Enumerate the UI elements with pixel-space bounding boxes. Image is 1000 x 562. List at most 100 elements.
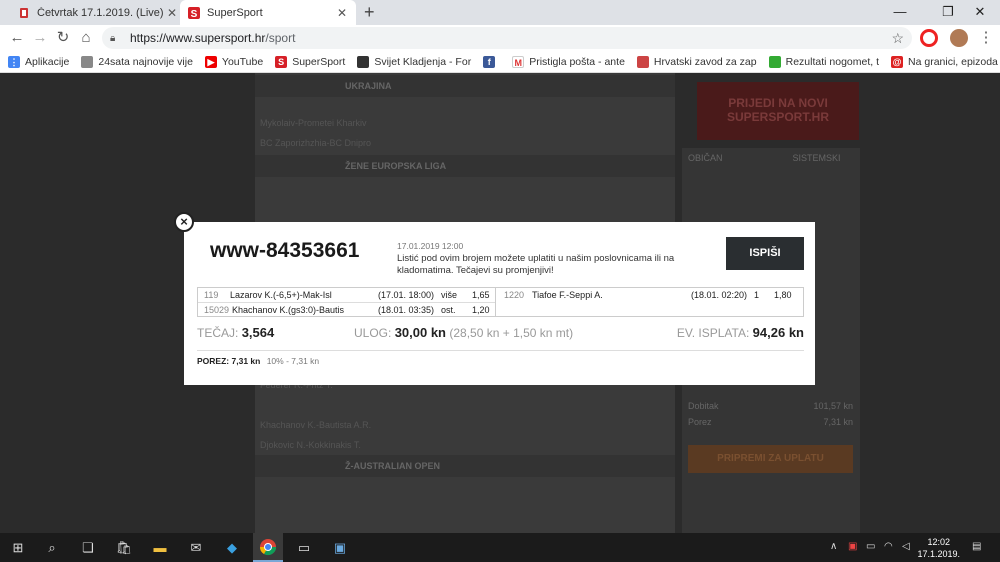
kodi-icon[interactable]: ◆ — [222, 538, 242, 558]
bet-pick: 1 — [754, 290, 760, 300]
tray-app-icon[interactable]: ▣ — [848, 541, 857, 552]
bookmark-label: Svijet Kladjenja - For — [374, 55, 472, 68]
divider — [197, 350, 804, 351]
bets-column-left: 119 Lazarov K.(-6,5+)-Mak-Isl (17.01. 18… — [198, 288, 496, 316]
close-tab-icon[interactable]: ✕ — [166, 6, 178, 20]
na-granici-icon: @ — [891, 55, 904, 68]
store-icon[interactable]: 🛍︎ — [114, 538, 134, 558]
bet-match: Tiafoe F.-Seppi A. — [532, 290, 603, 300]
bookmark-facebook[interactable]: f — [483, 55, 500, 68]
bookmark-star-icon[interactable]: ☆ — [891, 30, 904, 47]
search-icon[interactable]: ⌕ — [42, 538, 62, 558]
clock-date: 17.1.2019. — [917, 549, 960, 559]
ticket-modal: www-84353661 17.01.2019 12:00 Listić pod… — [184, 222, 815, 385]
facebook-icon: f — [483, 55, 496, 68]
windows-start-icon[interactable]: ⊞ — [8, 538, 28, 558]
notifications-icon[interactable]: ▤ — [972, 541, 981, 552]
bet-pick: ost. — [441, 305, 456, 315]
print-button[interactable]: ISPIŠI — [726, 237, 804, 270]
sidebar-value: 7,31 kn — [823, 417, 853, 427]
keyboard-icon[interactable]: ▭ — [294, 538, 314, 558]
ticket-summary: TEČAJ: 3,564 ULOG: 30,00 kn (28,50 kn + … — [197, 325, 804, 343]
bet-time: (17.01. 18:00) — [378, 290, 435, 300]
close-modal-icon[interactable]: × — [174, 212, 194, 232]
tecaj: TEČAJ: 3,564 — [197, 325, 274, 340]
app-window-icon[interactable]: ▣ — [330, 538, 350, 558]
sidebar-dobitak: Dobitak 101,57 kn — [688, 401, 853, 411]
chrome-logo-icon — [259, 539, 277, 556]
bookmark-youtube[interactable]: ▶ YouTube — [204, 55, 264, 68]
svg-text:S: S — [191, 9, 198, 19]
ulog: ULOG: 30,00 kn (28,50 kn + 1,50 kn mt) — [354, 325, 573, 340]
bookmark-label: 24sata najnovije vije — [98, 55, 193, 68]
forward-icon[interactable]: → — [30, 28, 50, 48]
volume-icon[interactable]: ◁ — [902, 541, 910, 552]
bookmark-hzz[interactable]: Hrvatski zavod za zap — [636, 55, 757, 68]
tab-live[interactable]: Četvrtak 17.1.2019. (Live) - Live k ✕ — [10, 0, 186, 25]
sidebar-porez: Porez 7,31 kn — [688, 417, 853, 427]
bookmark-label: Hrvatski zavod za zap — [653, 55, 757, 68]
mail-icon[interactable]: ✉ — [186, 538, 206, 558]
bet-time: (18.01. 02:20) — [691, 290, 748, 300]
bookmark-label: YouTube — [221, 55, 264, 68]
tax-line: POREZ: 7,31 kn 10% - 7,31 kn — [197, 356, 319, 366]
section-header: ŽENE EUROPSKA LIGA — [255, 155, 675, 177]
clock[interactable]: 12:02 17.1.2019. — [917, 536, 960, 560]
tecaj-value: 3,564 — [241, 325, 275, 340]
tab-obican: OBIČAN — [688, 153, 723, 163]
live-tab-favicon-icon — [20, 7, 28, 18]
bets-column-right: 1220 Tiafoe F.-Seppi A. (18.01. 02:20) 1… — [496, 288, 803, 316]
menu-dots-icon[interactable]: ⋮ — [976, 28, 996, 48]
supersport-favicon-icon: S — [188, 6, 200, 19]
back-icon[interactable]: ← — [7, 28, 27, 48]
list-item: Mykolaiv-Prometei Kharkiv — [260, 118, 367, 128]
sidebar-label: Dobitak — [688, 401, 719, 411]
bookmark-rezultati[interactable]: Rezultati nogomet, t — [768, 55, 879, 68]
minimize-icon[interactable]: — — [880, 0, 920, 25]
table-row: 1220 Tiafoe F.-Seppi A. (18.01. 02:20) 1… — [496, 288, 803, 302]
new-tab-button[interactable]: + — [364, 2, 375, 23]
bet-match: Lazarov K.(-6,5+)-Mak-Isl — [230, 290, 332, 300]
bookmark-svijet-kladjenja[interactable]: Svijet Kladjenja - For — [357, 55, 472, 68]
url-input[interactable]: 🔒︎ https://www.supersport.hr /sport ☆ — [102, 27, 912, 49]
tray-chevron-icon[interactable]: ∧ — [830, 541, 837, 552]
bet-odd: 1,80 — [774, 290, 792, 300]
tab-supersport[interactable]: S SuperSport ✕ — [180, 0, 356, 25]
porez-value: 7,31 kn — [231, 356, 261, 366]
bet-match: Khachanov K.(gs3:0)-Bautis — [232, 305, 345, 315]
tab-sistemski: SISTEMSKI — [792, 153, 841, 163]
profile-avatar[interactable] — [950, 29, 968, 47]
sidebar-value: 101,57 kn — [813, 401, 853, 411]
file-explorer-icon[interactable]: ▬ — [150, 538, 170, 558]
prepare-payment-button: PRIPREMI ZA UPLATU — [688, 445, 853, 473]
bet-id: 119 — [204, 290, 219, 300]
sidebar-tab: OBIČAN SISTEMSKI — [688, 153, 853, 163]
bookmark-apps[interactable]: ⋮ Aplikacije — [8, 55, 69, 68]
home-icon[interactable]: ⌂ — [76, 28, 96, 48]
isplata-value: 94,26 kn — [752, 325, 804, 340]
chrome-icon[interactable] — [258, 538, 278, 558]
battery-icon[interactable]: ▭ — [866, 541, 875, 552]
bet-id: 15029 — [204, 305, 230, 315]
table-row: 119 Lazarov K.(-6,5+)-Mak-Isl (17.01. 18… — [198, 288, 495, 302]
list-item: BC Zaporizhzhia-BC Dnipro — [260, 138, 372, 148]
bookmark-label: Na granici, epizoda 2 — [908, 55, 1000, 68]
bookmark-na-granici[interactable]: @ Na granici, epizoda 2 — [891, 55, 1000, 68]
bookmarks-bar: ⋮ Aplikacije 24sata najnovije vije ▶ YouTu… — [0, 51, 1000, 73]
close-tab-icon[interactable]: ✕ — [336, 6, 348, 20]
bookmark-24sata[interactable]: 24sata najnovije vije — [81, 55, 193, 68]
tab-bar: Četvrtak 17.1.2019. (Live) - Live k ✕ S … — [0, 0, 1000, 25]
bookmark-supersport[interactable]: S SuperSport — [275, 55, 345, 68]
reload-icon[interactable]: ↻ — [53, 28, 73, 48]
opera-extension-icon[interactable] — [920, 29, 938, 47]
isplata: EV. ISPLATA: 94,26 kn — [677, 325, 804, 340]
isplata-label: EV. ISPLATA: — [676, 326, 750, 340]
bookmark-gmail[interactable]: M Pristigla pošta - ante — [512, 55, 625, 68]
ulog-label: ULOG: — [354, 326, 392, 340]
porez-label: POREZ: — [197, 356, 230, 366]
wifi-icon[interactable]: ◠ — [884, 541, 893, 552]
ticket-date: 17.01.2019 12:00 — [397, 241, 464, 251]
close-window-icon[interactable]: ✕ — [960, 0, 1000, 25]
url-host: https://www.supersport.hr — [130, 31, 266, 45]
task-view-icon[interactable]: ❏ — [78, 538, 98, 558]
